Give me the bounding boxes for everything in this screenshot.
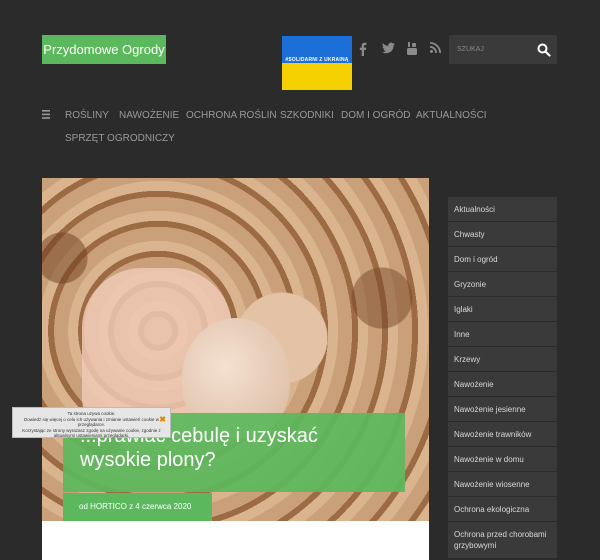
sidebar-item-nawozenie-w-domu[interactable]: Nawożenie w domu — [448, 447, 557, 471]
article-meta: od HORTICO z 4 czerwca 2020 — [63, 493, 212, 521]
sidebar-item-gryzonie[interactable]: Gryzonie — [448, 272, 557, 296]
sidebar-item-inne[interactable]: Inne — [448, 322, 557, 346]
youtube-icon[interactable] — [407, 42, 417, 55]
rss-icon[interactable] — [430, 42, 441, 53]
sidebar-item-aktualnosci[interactable]: Aktualności — [448, 197, 557, 221]
banner-text: #SOLIDARNI Z UKRAINĄ — [285, 57, 349, 63]
cookie-notice: Ta strona używa cookie. Dowiedz się więc… — [12, 407, 171, 438]
nav-item-nawozenie[interactable]: NAWOŻENIE — [119, 110, 179, 122]
sidebar-item-nawozenie-wiosenne[interactable]: Nawożenie wiosenne — [448, 472, 557, 496]
search-input[interactable] — [449, 35, 545, 64]
sidebar-item-nawozenie-trawnikow[interactable]: Nawożenie trawników — [448, 422, 557, 446]
menu-icon[interactable] — [42, 110, 50, 119]
nav-item-rosliny[interactable]: ROŚLINY — [65, 110, 109, 122]
article-body-start — [42, 521, 429, 560]
sidebar-item-krzewy[interactable]: Krzewy — [448, 347, 557, 371]
nav-item-aktualnosci[interactable]: AKTUALNOŚCI — [416, 110, 487, 122]
nav-item-dom-i-ogrod[interactable]: DOM I OGRÓD — [341, 110, 410, 122]
cookie-line-2[interactable]: Dowiedz się więcej o celu ich używania i… — [21, 417, 162, 428]
search-icon[interactable] — [537, 43, 551, 57]
nav-item-szkodniki[interactable]: SZKODNIKI — [280, 110, 334, 122]
facebook-icon[interactable] — [358, 42, 368, 56]
site-logo[interactable]: Przydomowe Ogrody — [42, 35, 166, 64]
ukraine-solidarity-banner[interactable]: #SOLIDARNI Z UKRAINĄ — [282, 36, 352, 90]
sidebar-item-dom-i-ogrod[interactable]: Dom i ogród — [448, 247, 557, 271]
nav-item-ochrona-roslin[interactable]: OCHRONA ROŚLIN — [186, 110, 277, 122]
twitter-icon[interactable] — [382, 42, 395, 54]
sidebar-item-nawozenie-jesienne[interactable]: Nawożenie jesienne — [448, 397, 557, 421]
sidebar-item-ochrona-ekologiczna[interactable]: Ochrona ekologiczna — [448, 497, 557, 521]
sidebar-item-iglaki[interactable]: Iglaki — [448, 297, 557, 321]
sidebar-item-chwasty[interactable]: Chwasty — [448, 222, 557, 246]
cookie-close-button[interactable]: ✖ — [159, 416, 166, 423]
category-sidebar: Aktualności Chwasty Dom i ogród Gryzonie… — [448, 197, 557, 559]
nav-item-sprzet-ogrodniczy[interactable]: SPRZĘT OGRODNICZY — [65, 133, 175, 145]
sidebar-item-nawozenie[interactable]: Nawożenie — [448, 372, 557, 396]
sidebar-item-ochrona-przed-chorobami[interactable]: Ochrona przed chorobami grzybowymi — [448, 522, 557, 558]
cookie-line-3: Korzystając ze strony wyrażasz zgodę na … — [22, 427, 161, 439]
search-box — [449, 35, 557, 64]
